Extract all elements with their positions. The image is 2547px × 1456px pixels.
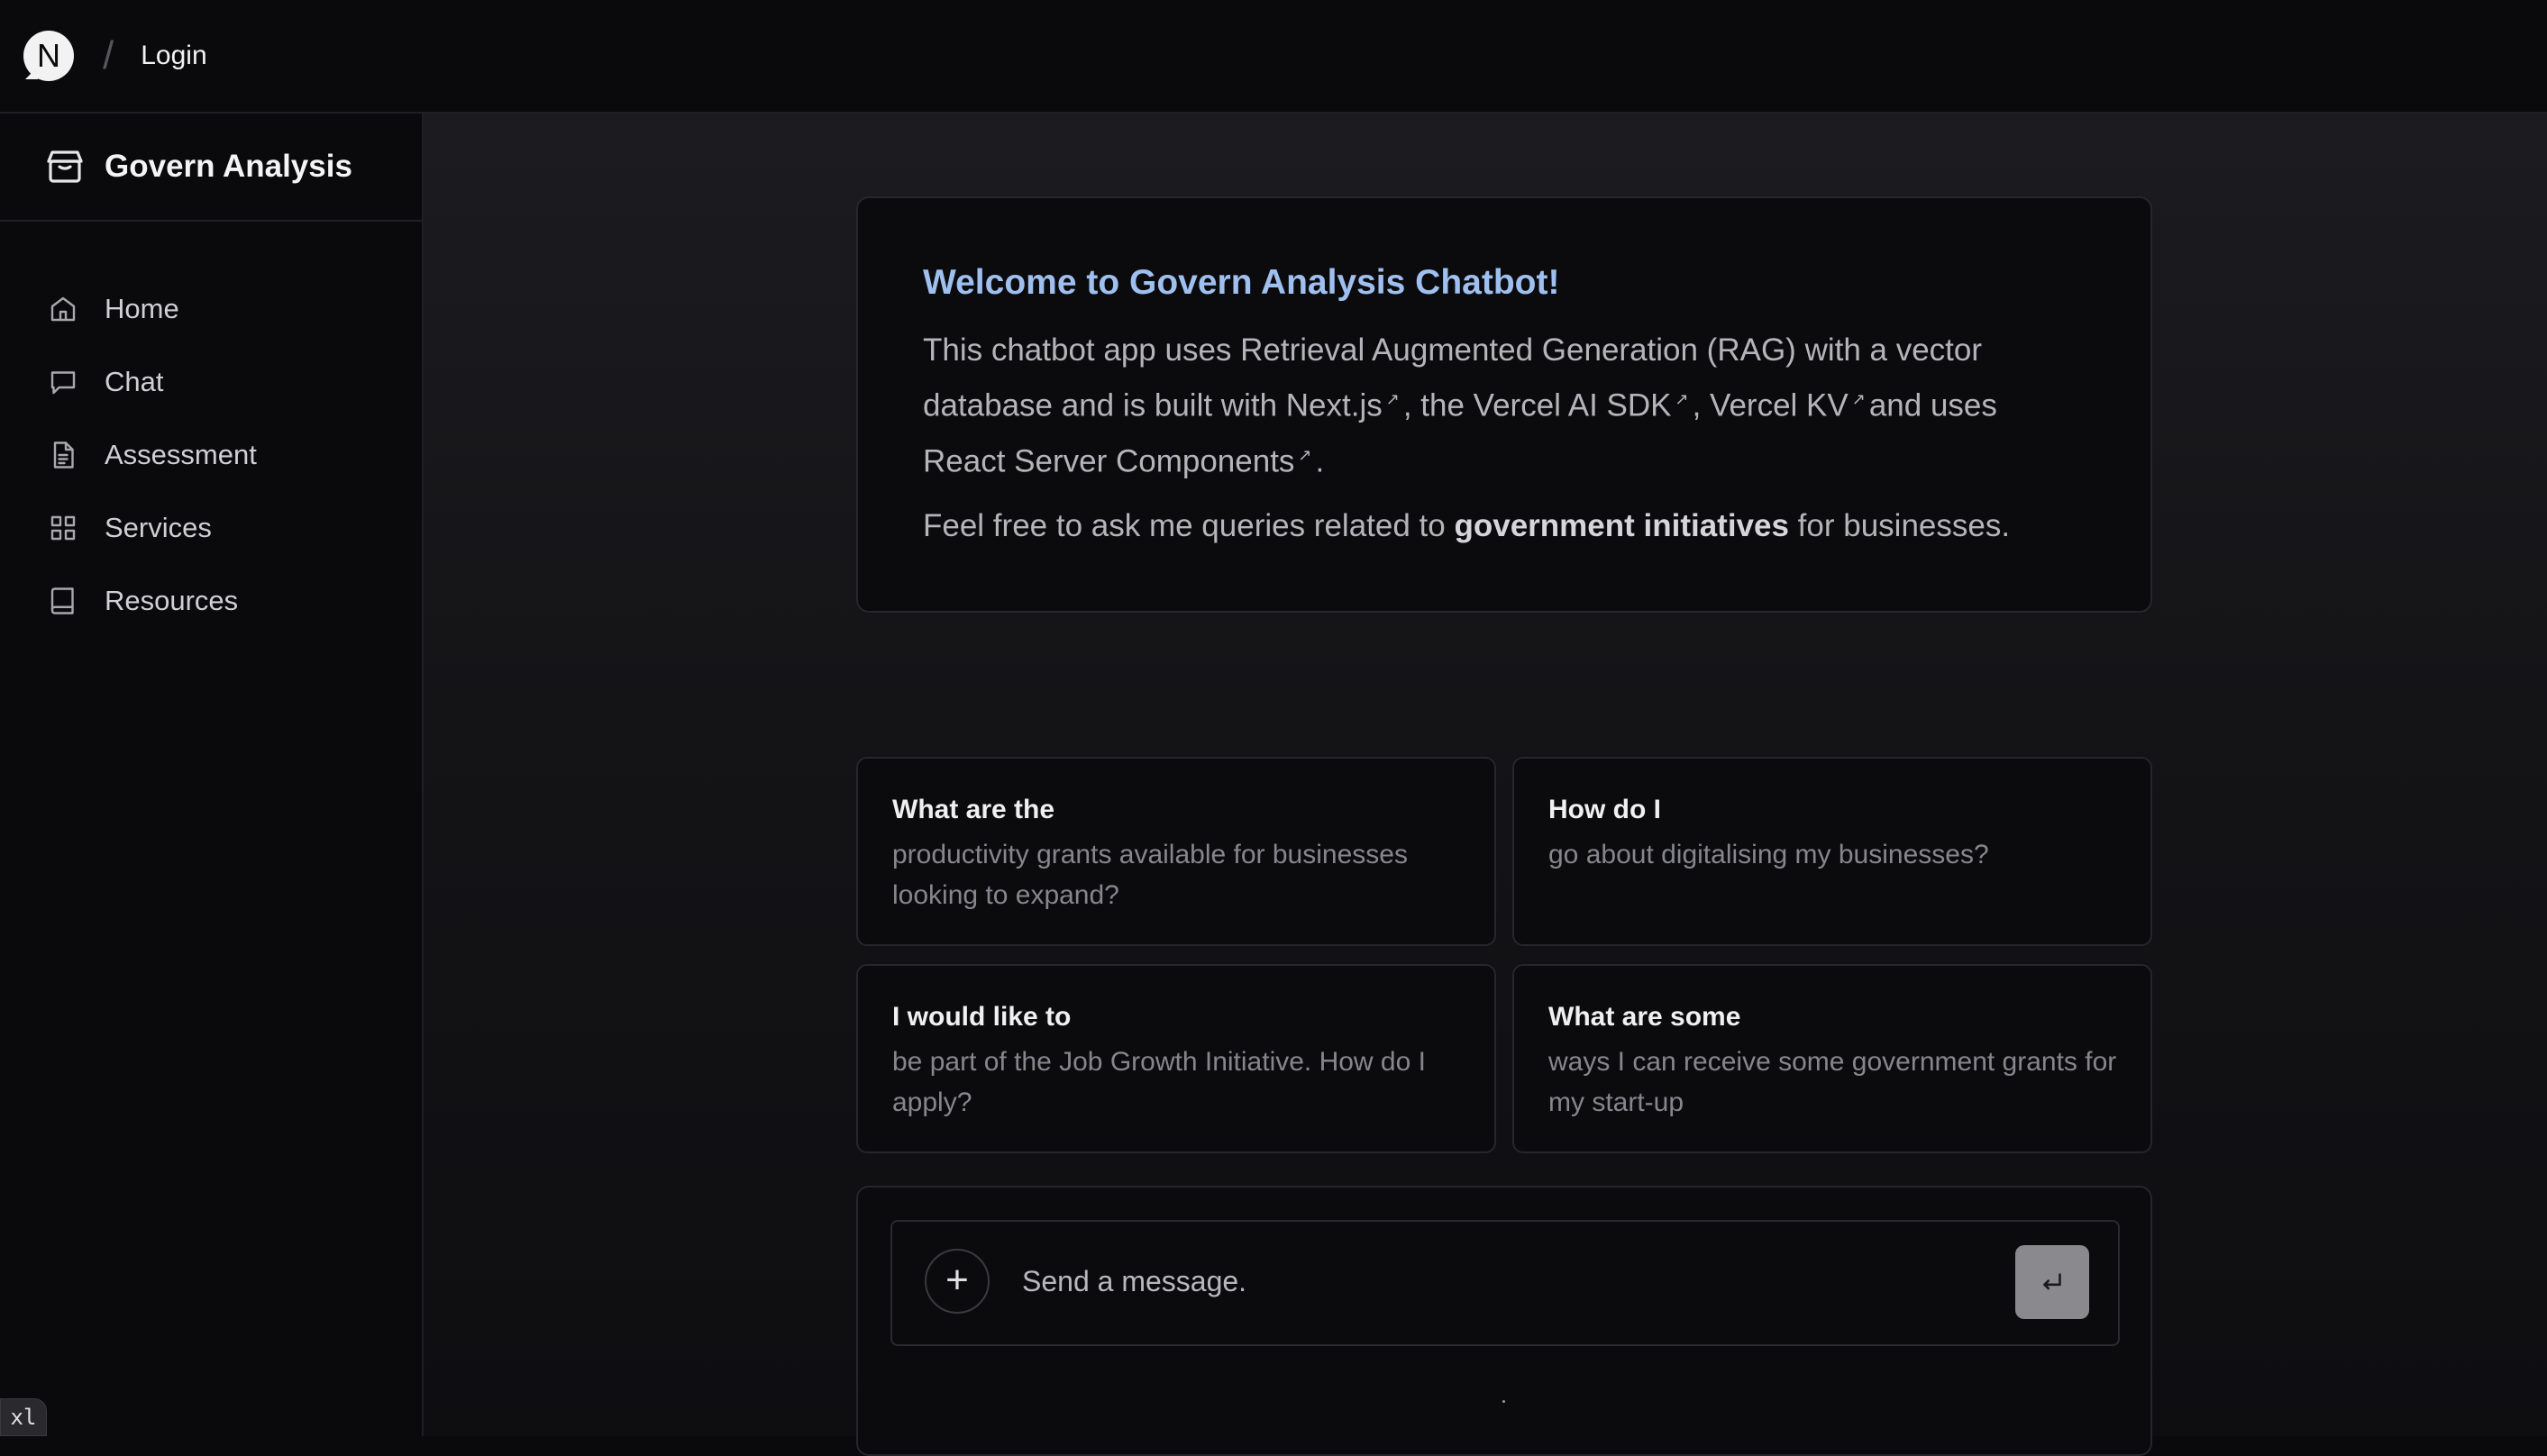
enter-icon bbox=[2043, 1273, 2061, 1290]
rsc-link[interactable]: React Server Components bbox=[923, 443, 1294, 478]
suggestion-card[interactable]: I would like to be part of the Job Growt… bbox=[856, 964, 1496, 1153]
sidebar-item-label: Home bbox=[105, 292, 179, 324]
desc-sep: , the bbox=[1402, 387, 1474, 423]
grid-icon bbox=[50, 515, 76, 540]
sidebar: Govern Analysis Home Chat Assessment Ser… bbox=[0, 114, 424, 1436]
sidebar-item-label: Services bbox=[105, 511, 212, 543]
welcome-title: Welcome to Govern Analysis Chatbot! bbox=[923, 263, 1560, 302]
suggestion-body: ways I can receive some government grant… bbox=[1548, 1047, 2117, 1117]
logo-letter: N bbox=[37, 37, 60, 74]
sidebar-item-chat[interactable]: Chat bbox=[0, 345, 422, 418]
welcome-card: Welcome to Govern Analysis Chatbot! This… bbox=[856, 196, 2152, 613]
invite-prefix: Feel free to ask me queries related to bbox=[923, 508, 1455, 544]
suggestion-card[interactable]: How do I go about digitalising my busine… bbox=[1512, 757, 2152, 946]
login-link[interactable]: Login bbox=[141, 41, 206, 71]
top-bar: N / Login bbox=[0, 0, 2547, 114]
sidebar-item-label: Resources bbox=[105, 584, 239, 616]
suggestion-card[interactable]: What are the productivity grants availab… bbox=[856, 757, 1496, 946]
home-icon bbox=[50, 296, 76, 321]
sidebar-item-assessment[interactable]: Assessment bbox=[0, 418, 422, 491]
main-content: Welcome to Govern Analysis Chatbot! This… bbox=[424, 114, 2547, 1456]
welcome-description: This chatbot app uses Retrieval Augmente… bbox=[923, 326, 2086, 486]
message-icon bbox=[50, 370, 76, 394]
invite-bold: government initiatives bbox=[1454, 508, 1789, 544]
brand-title: Govern Analysis bbox=[105, 149, 352, 184]
suggestion-body: go about digitalising my businesses? bbox=[1548, 840, 1989, 869]
nextjs-link[interactable]: Next.js bbox=[1286, 388, 1383, 423]
loading-dot bbox=[1502, 1400, 1505, 1403]
breadcrumb-separator: / bbox=[103, 33, 114, 77]
desc-sep: and uses bbox=[1868, 387, 1997, 423]
suggestion-grid: What are the productivity grants availab… bbox=[856, 757, 2152, 1153]
nextjs-logo-icon[interactable]: N bbox=[23, 31, 74, 81]
new-chat-button[interactable]: + bbox=[925, 1249, 990, 1314]
suggestion-card[interactable]: What are some ways I can receive some go… bbox=[1512, 964, 2152, 1153]
desc-sep: , bbox=[1692, 387, 1711, 423]
suggestion-body: productivity grants available for busine… bbox=[892, 840, 1408, 910]
chat-composer: + bbox=[856, 1186, 2152, 1456]
suggestion-body: be part of the Job Growth Initiative. Ho… bbox=[892, 1047, 1426, 1117]
breakpoint-badge: xl bbox=[0, 1398, 47, 1436]
vercel-ai-sdk-link[interactable]: Vercel AI SDK bbox=[1474, 388, 1672, 423]
suggestion-heading: What are some bbox=[1548, 1002, 1741, 1032]
external-link-icon: ↗ bbox=[1385, 390, 1400, 408]
invite-suffix: for businesses. bbox=[1788, 508, 2011, 544]
sidebar-nav: Home Chat Assessment Services Resources bbox=[0, 222, 422, 637]
message-input[interactable] bbox=[1022, 1256, 1941, 1306]
sidebar-brand[interactable]: Govern Analysis bbox=[0, 114, 422, 222]
book-icon bbox=[50, 587, 74, 614]
external-link-icon: ↗ bbox=[1298, 445, 1312, 464]
sidebar-item-label: Chat bbox=[105, 365, 164, 397]
send-button[interactable] bbox=[2015, 1245, 2089, 1319]
suggestion-heading: What are the bbox=[892, 795, 1055, 824]
store-icon bbox=[47, 150, 83, 183]
suggestion-heading: I would like to bbox=[892, 1002, 1072, 1032]
external-link-icon: ↗ bbox=[1851, 390, 1866, 408]
desc-suffix: . bbox=[1315, 443, 1325, 479]
sidebar-item-services[interactable]: Services bbox=[0, 491, 422, 564]
external-link-icon: ↗ bbox=[1675, 390, 1689, 408]
vercel-kv-link[interactable]: Vercel KV bbox=[1710, 388, 1849, 423]
suggestion-heading: How do I bbox=[1548, 795, 1661, 824]
sidebar-item-home[interactable]: Home bbox=[0, 272, 422, 345]
sidebar-item-label: Assessment bbox=[105, 438, 257, 470]
welcome-invitation: Feel free to ask me queries related to g… bbox=[923, 502, 2086, 551]
sidebar-item-resources[interactable]: Resources bbox=[0, 564, 422, 637]
message-input-box: + bbox=[890, 1220, 2120, 1346]
document-icon bbox=[53, 441, 74, 469]
